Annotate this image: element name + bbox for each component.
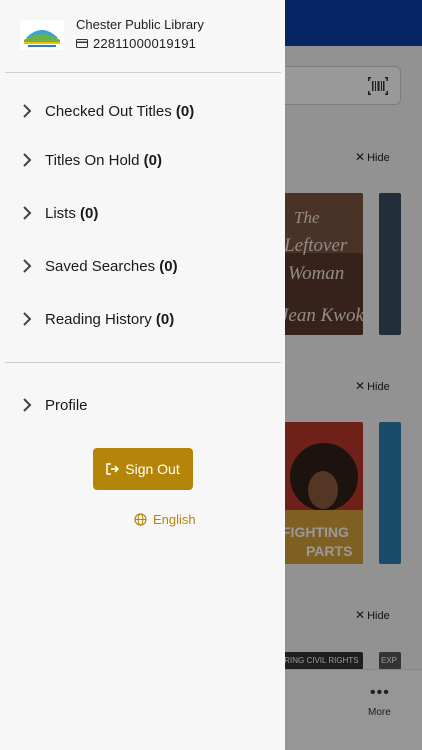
menu-item-lists[interactable]: Lists (0) — [0, 196, 285, 230]
menu-item-checked-out[interactable]: Checked Out Titles (0) — [0, 94, 285, 128]
menu-item-saved-searches[interactable]: Saved Searches (0) — [0, 249, 285, 283]
menu-item-label: Titles On Hold (0) — [45, 151, 162, 169]
card-icon — [76, 39, 88, 48]
language-selector[interactable]: English — [134, 512, 196, 527]
library-logo — [20, 20, 64, 50]
library-name: Chester Public Library — [76, 17, 204, 32]
chevron-right-icon — [23, 259, 32, 273]
library-card-info: 22811000019191 — [76, 36, 196, 51]
chevron-right-icon — [23, 398, 32, 412]
divider — [5, 72, 281, 73]
card-number: 22811000019191 — [93, 36, 197, 51]
language-label: English — [153, 512, 196, 527]
sign-out-button[interactable]: Sign Out — [93, 448, 193, 490]
menu-item-label: Profile — [45, 396, 88, 414]
chevron-right-icon — [23, 153, 32, 167]
sign-out-label: Sign Out — [125, 461, 180, 477]
moon-icon[interactable] — [89, 512, 105, 528]
menu-item-label: Lists (0) — [45, 204, 99, 222]
menu-item-label: Reading History (0) — [45, 310, 175, 328]
menu-item-label: Checked Out Titles (0) — [45, 102, 195, 120]
chevron-right-icon — [23, 312, 32, 326]
navigation-drawer: Chester Public Library 22811000019191 Ch… — [0, 0, 285, 750]
menu-item-on-hold[interactable]: Titles On Hold (0) — [0, 143, 285, 177]
chevron-right-icon — [23, 206, 32, 220]
menu-item-label: Saved Searches (0) — [45, 257, 178, 275]
menu-item-profile[interactable]: Profile — [0, 388, 285, 422]
globe-icon — [134, 513, 147, 526]
divider — [5, 362, 281, 363]
menu-item-reading-history[interactable]: Reading History (0) — [0, 302, 285, 336]
sign-out-icon — [106, 463, 120, 475]
chevron-right-icon — [23, 104, 32, 118]
